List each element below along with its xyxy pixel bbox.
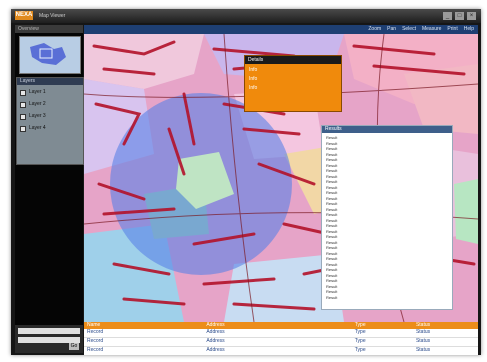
layer-item[interactable]: Layer 4 [20,124,80,133]
layer-label: Layer 1 [29,89,46,95]
window-title: Map Viewer [39,13,66,19]
overview-minimap[interactable] [19,36,81,74]
results-list-row[interactable]: Result [326,218,448,223]
app-window: NEXA Map Viewer _ □ × Overview Layers La… [11,9,481,355]
table-cell: Type [354,329,366,335]
maximize-button[interactable]: □ [455,12,464,20]
sidebar: Overview Layers Layer 1 Layer 2 Layer 3 … [15,25,84,330]
results-list-row[interactable]: Result [326,284,448,289]
search-input[interactable] [18,328,80,334]
results-list-row[interactable]: Result [326,174,448,179]
results-list-row[interactable]: Result [326,256,448,261]
results-panel-title[interactable]: Results [322,126,452,133]
close-button[interactable]: × [467,12,476,20]
table-cell: Type [354,338,366,344]
layer-checkbox[interactable] [20,101,26,108]
table-cell: Address [206,347,225,353]
app-logo: NEXA [15,11,33,20]
search-box: Go [15,325,83,353]
results-list-row[interactable]: Result [326,168,448,173]
layer-label: Layer 4 [29,125,46,131]
minimize-button[interactable]: _ [443,12,452,20]
results-list-row[interactable]: Result [326,163,448,168]
layers-panel-title: Layers [17,78,83,85]
results-list-row[interactable]: Result [326,141,448,146]
results-list-row[interactable]: Result [326,179,448,184]
search-go-button[interactable]: Go [69,343,79,350]
results-panel: Results Result Result Result Result Result Re… [321,125,453,310]
results-list-row[interactable]: Result [326,207,448,212]
table-cell: Status [415,347,431,353]
toolbar-item[interactable]: Pan [387,25,396,34]
toolbar-item[interactable]: Select [402,25,416,34]
table-cell[interactable]: Record [84,329,203,337]
table-row[interactable]: Record Address Type Status [84,338,478,347]
table-row[interactable]: Record Address Type Status [84,329,478,338]
column-header[interactable]: Status [413,322,478,329]
results-list-row[interactable]: Result [326,201,448,206]
table-row[interactable]: Record Address Type Status [84,347,478,355]
table-cell[interactable]: Record [84,338,203,346]
results-list-row[interactable]: Result [326,212,448,217]
minimap-graphic [20,37,80,73]
results-table: Name Address Type Status Record Address … [84,322,478,355]
column-header[interactable]: Type [352,322,413,329]
layer-label: Layer 2 [29,101,46,107]
results-list-row[interactable]: Result [326,185,448,190]
table-cell[interactable]: Record [84,347,203,355]
results-list-row[interactable]: Result [326,295,448,300]
table-cell: Status [415,338,431,344]
results-list-row[interactable]: Result [326,240,448,245]
results-list[interactable]: Result Result Result Result Result Result Resu… [322,133,452,302]
results-list-row[interactable]: Result [326,196,448,201]
table-cell: Status [415,329,431,335]
layer-checkbox[interactable] [20,113,26,120]
layer-item[interactable]: Layer 3 [20,112,80,121]
results-list-row[interactable]: Result [326,273,448,278]
results-list-row[interactable]: Result [326,135,448,140]
results-list-row[interactable]: Result [326,223,448,228]
sidebar-header: Overview [15,25,83,33]
results-list-row[interactable]: Result [326,278,448,283]
layer-item[interactable]: Layer 1 [20,88,80,97]
results-list-row[interactable]: Result [326,152,448,157]
layer-checkbox[interactable] [20,125,26,132]
results-list-row[interactable]: Result [326,229,448,234]
layers-panel: Layers Layer 1 Layer 2 Layer 3 Layer 4 [16,77,84,165]
table-header: Name Address Type Status [84,322,478,329]
results-list-row[interactable]: Result [326,190,448,195]
table-cell: Address [206,329,225,335]
table-cell: Address [206,338,225,344]
popup-title[interactable]: Details [245,56,341,64]
title-bar: NEXA Map Viewer _ □ × [11,9,481,23]
popup-text: Info [249,67,258,73]
results-list-row[interactable]: Result [326,245,448,250]
toolbar-item[interactable]: Measure [422,25,441,34]
map-toolbar: Zoom Pan Select Measure Print Help [84,25,478,34]
layer-label: Layer 3 [29,113,46,119]
results-list-row[interactable]: Result [326,289,448,294]
column-header[interactable]: Name [84,322,203,329]
results-list-row[interactable]: Result [326,262,448,267]
layer-checkbox[interactable] [20,89,26,96]
window-controls: _ □ × [443,12,476,20]
popup-text: Info [249,76,258,82]
feature-popup: Details Info Info Info [244,55,342,112]
popup-text: Info [249,85,258,91]
results-list-row[interactable]: Result [326,251,448,256]
results-list-row[interactable]: Result [326,234,448,239]
toolbar-item[interactable]: Help [464,25,474,34]
toolbar-item[interactable]: Print [447,25,457,34]
layer-item[interactable]: Layer 2 [20,100,80,109]
map-canvas[interactable]: Details Info Info Info Results Result Res… [84,34,478,322]
results-list-row[interactable]: Result [326,146,448,151]
toolbar-item[interactable]: Zoom [368,25,381,34]
table-cell: Type [354,347,366,353]
results-list-row[interactable]: Result [326,157,448,162]
column-header[interactable]: Address [203,322,351,329]
results-list-row[interactable]: Result [326,267,448,272]
